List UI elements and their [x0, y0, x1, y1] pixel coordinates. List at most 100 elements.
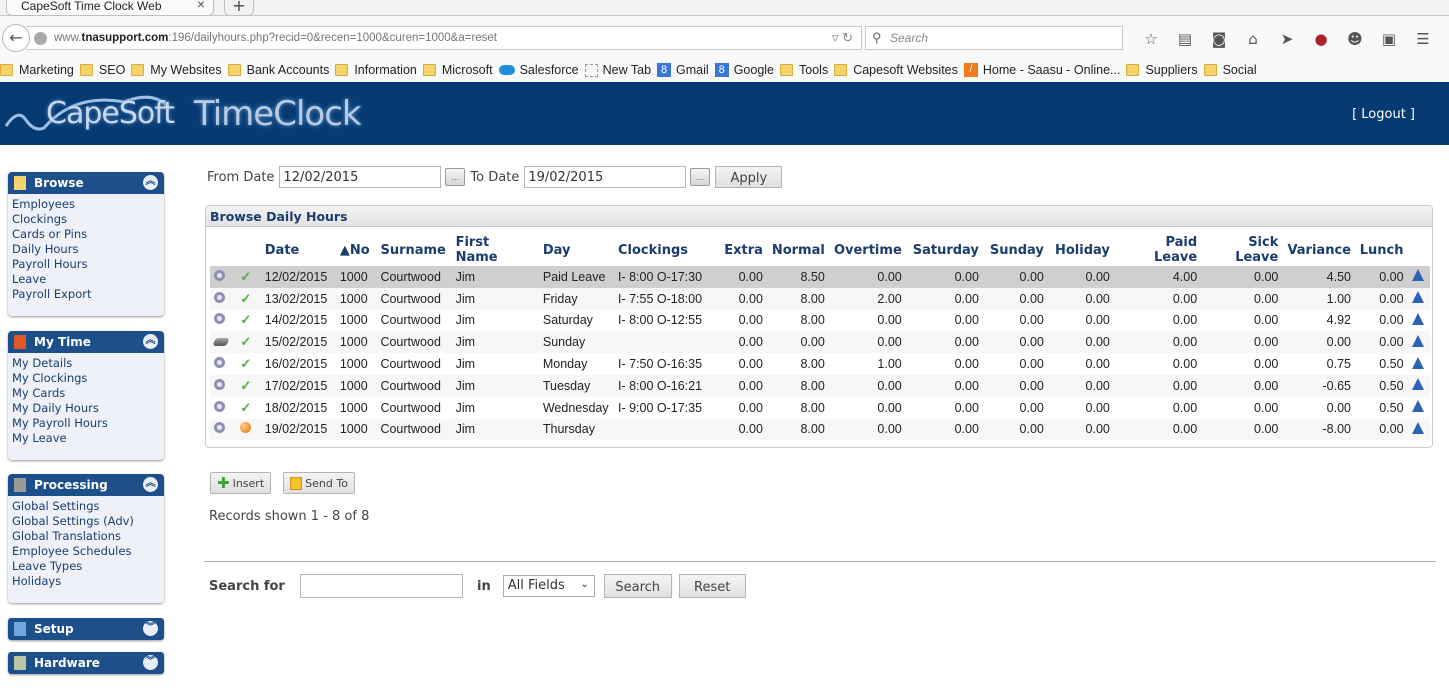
sidebar-item[interactable]: Holidays [12, 574, 164, 589]
move-up-icon[interactable] [1411, 269, 1424, 282]
insert-button[interactable]: ✚ Insert [210, 472, 272, 494]
table-row[interactable]: ✓ 14/02/2015 1000 Courtwood Jim Saturday I- 8:… [210, 310, 1430, 332]
row-type-cell[interactable] [210, 287, 237, 310]
bookmark-item[interactable]: / Home - Saasu - Online... [963, 63, 1120, 77]
sidebar-item[interactable]: Payroll Hours [12, 257, 164, 272]
column-header[interactable]: Paid Leave [1114, 234, 1201, 266]
new-tab-button[interactable]: + [224, 0, 254, 16]
row-type-cell[interactable] [210, 331, 237, 354]
column-header[interactable]: Clockings [614, 234, 720, 266]
sidebar-item[interactable]: My Clockings [12, 371, 164, 386]
sidebar-item[interactable]: My Details [12, 356, 164, 371]
reset-button[interactable]: Reset [678, 574, 746, 598]
bookmark-item[interactable]: Microsoft [422, 63, 493, 77]
apply-button[interactable]: Apply [715, 166, 783, 188]
row-type-cell[interactable] [210, 310, 236, 332]
chevron-down-icon[interactable]: ︾ [143, 621, 158, 636]
move-up-icon[interactable] [1411, 356, 1424, 369]
bookmark-item[interactable]: 8 Google [714, 63, 774, 77]
keeper-icon[interactable]: ▣ [1372, 30, 1406, 50]
move-up-icon[interactable] [1411, 400, 1424, 413]
sidebar-panel-header[interactable]: Setup ︾ [8, 618, 164, 640]
bookmark-item[interactable]: Marketing [0, 63, 74, 77]
chevron-up-icon[interactable]: ︽ [143, 175, 158, 190]
table-row[interactable]: ✓ 18/02/2015 1000 Courtwood Jim Wednesday I- 9… [210, 397, 1430, 419]
row-action-cell[interactable] [1407, 287, 1430, 310]
reading-list-icon[interactable]: ▤ [1168, 30, 1202, 50]
move-up-icon[interactable] [1411, 334, 1424, 347]
chevron-down-icon[interactable]: ︾ [143, 655, 158, 670]
url-bar[interactable]: www.tnasupport.com:196/dailyhours.php?re… [26, 26, 862, 50]
sidebar-panel-header[interactable]: Browse ︽ [8, 172, 164, 194]
row-type-cell[interactable] [210, 374, 237, 397]
column-header[interactable]: Normal [767, 234, 829, 266]
column-header[interactable]: Day [539, 234, 614, 266]
extension-red-icon[interactable]: ● [1304, 30, 1338, 50]
sidebar-item[interactable]: Employee Schedules [12, 544, 164, 559]
column-header[interactable]: First Name [452, 234, 539, 266]
row-type-cell[interactable] [210, 418, 237, 441]
column-header[interactable]: Variance [1282, 234, 1355, 266]
sidebar-item[interactable]: Daily Hours [12, 242, 164, 257]
sidebar-item[interactable]: Clockings [12, 212, 164, 227]
back-button[interactable]: ← [2, 24, 30, 52]
column-header[interactable]: Saturday [906, 234, 983, 266]
bookmark-item[interactable]: Bank Accounts [227, 63, 329, 77]
column-header[interactable]: Holiday [1048, 234, 1114, 266]
bookmark-item[interactable]: My Websites [131, 63, 222, 77]
table-row[interactable]: ✓ 15/02/2015 1000 Courtwood Jim Sunday 0.00 0.0… [210, 331, 1430, 354]
reload-icon[interactable]: ▿ ↻ [832, 30, 853, 46]
row-action-cell[interactable] [1408, 397, 1430, 419]
move-up-icon[interactable] [1411, 291, 1424, 304]
send-icon[interactable]: ➤ [1270, 30, 1304, 50]
column-header[interactable]: Sick Leave [1201, 234, 1282, 266]
sidebar-item[interactable]: My Payroll Hours [12, 416, 164, 431]
column-header[interactable]: Sunday [983, 234, 1048, 266]
to-date-input[interactable] [524, 166, 687, 188]
bookmark-item[interactable]: Social [1203, 63, 1257, 77]
bookmark-item[interactable]: New Tab [584, 63, 651, 77]
column-header[interactable]: ▲No [336, 234, 377, 266]
sidebar-item[interactable]: Global Settings [12, 499, 164, 514]
move-up-icon[interactable] [1411, 312, 1424, 325]
row-action-cell[interactable] [1407, 266, 1430, 288]
sidebar-item[interactable]: Global Settings (Adv) [12, 514, 164, 529]
row-type-cell[interactable] [210, 397, 236, 419]
sidebar-item[interactable]: Leave Types [12, 559, 164, 574]
search-field-select[interactable]: All Fields ⌄ [502, 575, 595, 597]
sidebar-item[interactable]: Leave [12, 272, 164, 287]
move-up-icon[interactable] [1411, 378, 1424, 391]
bookmark-item[interactable]: Suppliers [1126, 63, 1198, 77]
from-date-picker-button[interactable]: ... [445, 168, 466, 186]
row-type-cell[interactable] [210, 266, 237, 288]
move-up-icon[interactable] [1411, 421, 1424, 434]
bookmark-item[interactable]: Capesoft Websites [834, 63, 958, 77]
bookmark-star-icon[interactable]: ☆ [1134, 30, 1168, 50]
sidebar-panel-header[interactable]: Processing ︽ [8, 474, 164, 496]
bookmark-item[interactable]: SEO [79, 63, 125, 77]
search-input[interactable] [300, 574, 463, 598]
row-type-cell[interactable] [210, 353, 236, 375]
column-header[interactable]: Lunch [1355, 234, 1408, 266]
sidebar-item[interactable]: My Leave [12, 431, 164, 446]
sidebar-item[interactable]: Cards or Pins [12, 227, 164, 242]
column-header[interactable]: Surname [376, 234, 451, 266]
sidebar-item[interactable]: Employees [12, 197, 164, 212]
logout-link[interactable]: [ Logout ] [1352, 107, 1415, 122]
chevron-up-icon[interactable]: ︽ [143, 334, 158, 349]
table-row[interactable]: ✓ 17/02/2015 1000 Courtwood Jim Tuesday I- 8:0… [210, 374, 1430, 397]
chat-icon[interactable]: ☻ [1338, 30, 1372, 50]
browser-search-input[interactable]: ⚲ Search [865, 26, 1123, 50]
bookmark-item[interactable]: Salesforce [498, 63, 579, 77]
table-row[interactable]: ✓ 13/02/2015 1000 Courtwood Jim Friday I- 7:55… [210, 287, 1430, 310]
row-action-cell[interactable] [1407, 374, 1430, 397]
pocket-icon[interactable]: ◙ [1202, 30, 1236, 50]
sidebar-item[interactable]: Payroll Export [12, 287, 164, 302]
row-action-cell[interactable] [1408, 353, 1430, 375]
column-header[interactable]: Extra [720, 234, 767, 266]
sidebar-panel-header[interactable]: My Time ︽ [8, 331, 164, 353]
send-to-button[interactable]: Send To [283, 472, 355, 494]
bookmark-item[interactable]: 8 Gmail [657, 63, 709, 77]
table-row[interactable]: 19/02/2015 1000 Courtwood Jim Thursday 0.00 8.… [210, 418, 1430, 441]
column-header[interactable]: Overtime [829, 234, 906, 266]
